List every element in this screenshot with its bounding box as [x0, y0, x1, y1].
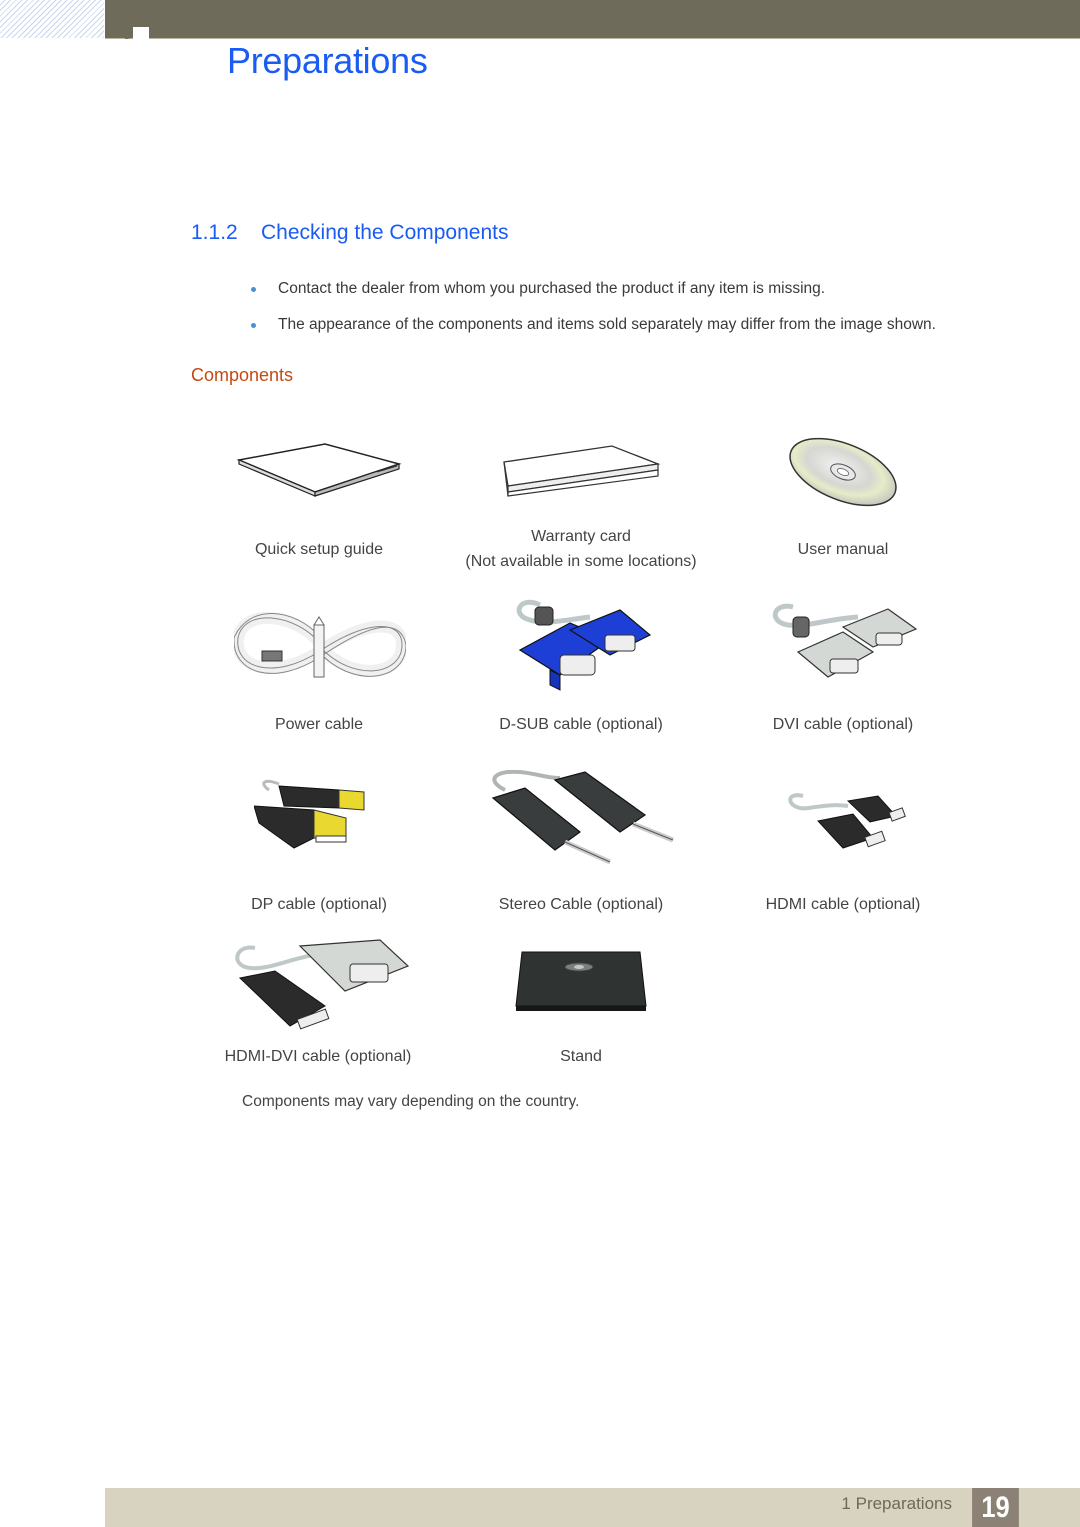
component-label: Stereo Cable (optional)	[498, 896, 664, 913]
component-warranty-card: Warranty card (Not available in some loc…	[450, 430, 712, 580]
warranty-card-icon	[503, 445, 661, 497]
header-tab-notch	[133, 27, 149, 39]
component-label: DP cable (optional)	[251, 896, 387, 913]
subsection-title: Components	[191, 365, 294, 385]
component-hdmi-cable: HDMI cable (optional)	[743, 770, 943, 920]
component-stand: Stand	[450, 930, 712, 1070]
component-stereo-cable: Stereo Cable (optional)	[450, 770, 712, 920]
cd-disc-icon	[789, 437, 897, 507]
page-number: 19	[972, 1488, 1019, 1527]
bullet-dot-icon	[251, 323, 256, 328]
component-dvi-cable: DVI cable (optional)	[743, 595, 943, 745]
booklet-icon	[237, 443, 402, 497]
component-label: Quick setup guide	[254, 541, 384, 558]
hdmi-dvi-cable-icon	[235, 939, 410, 1030]
component-dsub-cable: D-SUB cable (optional)	[450, 595, 712, 745]
header-bar	[105, 0, 1080, 39]
section-heading: 1.1.2 Checking the Components	[191, 221, 508, 245]
component-label: HDMI cable (optional)	[765, 896, 921, 913]
dsub-cable-icon	[516, 599, 652, 691]
dvi-cable-icon	[773, 603, 918, 678]
component-label: Warranty card	[531, 528, 631, 545]
section-number: 1.1.2	[191, 221, 238, 244]
bullet-text: The appearance of the components and ite…	[278, 316, 936, 333]
power-cable-icon	[234, 611, 406, 678]
component-label: HDMI-DVI cable (optional)	[224, 1048, 412, 1065]
bullet-item: Contact the dealer from whom you purchas…	[237, 279, 936, 315]
bullet-dot-icon	[251, 287, 256, 292]
header-hatch-decoration	[0, 0, 104, 38]
stand-icon	[515, 951, 647, 1011]
component-label-note: (Not available in some locations)	[465, 553, 697, 570]
component-power-cable: Power cable	[219, 595, 419, 745]
components-note: Components may vary depending on the cou…	[242, 1093, 580, 1110]
section-title: Checking the Components	[261, 221, 509, 244]
component-quick-setup-guide: Quick setup guide	[219, 430, 419, 570]
hdmi-cable-icon	[788, 793, 906, 849]
info-bullet-list: Contact the dealer from whom you purchas…	[237, 279, 936, 351]
bullet-text: Contact the dealer from whom you purchas…	[278, 280, 826, 297]
stereo-cable-icon	[491, 770, 674, 865]
dp-cable-icon	[254, 779, 365, 849]
component-hdmi-dvi-cable: HDMI-DVI cable (optional)	[210, 930, 426, 1070]
bullet-item: The appearance of the components and ite…	[237, 315, 936, 351]
component-label: DVI cable (optional)	[772, 716, 914, 733]
footer-chapter-label: 1 Preparations	[841, 1494, 952, 1513]
component-user-manual: User manual	[743, 430, 943, 570]
component-label: Stand	[560, 1048, 602, 1065]
component-dp-cable: DP cable (optional)	[219, 770, 419, 920]
component-label: D-SUB cable (optional)	[499, 716, 663, 733]
component-label: Power cable	[274, 716, 364, 733]
chapter-title: Preparations	[227, 40, 428, 81]
component-label: User manual	[797, 541, 889, 558]
